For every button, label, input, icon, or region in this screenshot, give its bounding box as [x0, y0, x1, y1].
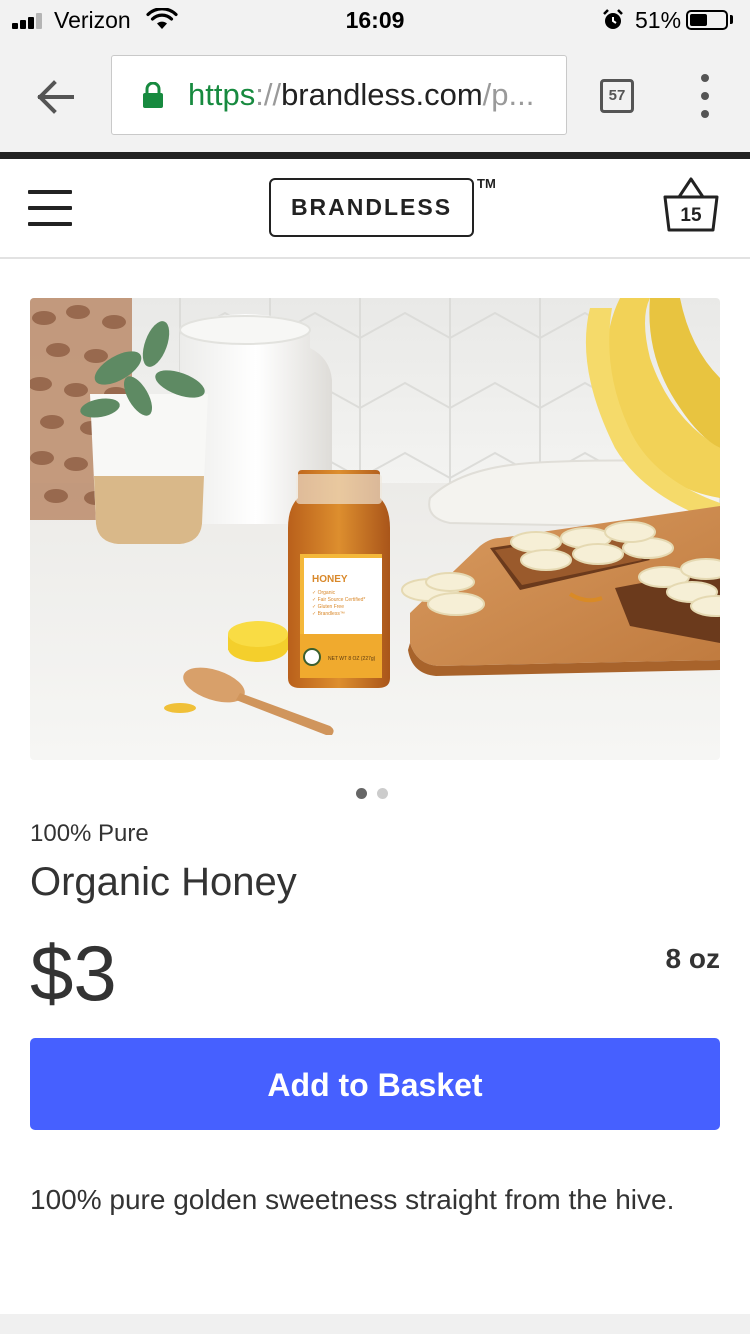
product-size: 8 oz: [665, 943, 720, 974]
battery-level-fill: [690, 14, 707, 26]
jar-net-weight: NET WT 8 OZ (227g): [328, 656, 376, 662]
battery-icon: [686, 10, 728, 30]
carousel-dots: [356, 788, 396, 800]
page-top-border: [0, 152, 750, 159]
url-path: /p...: [482, 77, 535, 112]
product-eyebrow: 100% Pure: [30, 820, 149, 847]
carousel-dot[interactable]: [356, 788, 367, 799]
site-header: BRANDLESS TM 15: [0, 159, 750, 259]
product-image[interactable]: HONEY ✓ Organic ✓ Fair Source Certified*…: [30, 298, 720, 760]
tabs-icon[interactable]: 57: [600, 79, 634, 113]
basket-count: 15: [680, 205, 702, 226]
carousel-dot[interactable]: [377, 788, 388, 799]
back-arrow-icon[interactable]: [30, 72, 80, 122]
url-text: https://brandless.com/p...: [188, 77, 560, 113]
more-vert-icon[interactable]: [690, 74, 720, 118]
brand-logo[interactable]: BRANDLESS: [269, 178, 474, 237]
url-separator: ://: [255, 77, 282, 112]
lock-icon: [143, 82, 163, 108]
add-to-basket-button[interactable]: Add to Basket: [30, 1038, 720, 1130]
jar-label-line: ✓ Gluten Free: [312, 604, 344, 610]
trademark-mark: TM: [477, 176, 496, 191]
jar-label-line: ✓ Organic: [312, 590, 336, 596]
hamburger-menu-icon[interactable]: [28, 190, 72, 226]
honey-scene-illustration: HONEY ✓ Organic ✓ Fair Source Certified*…: [30, 298, 720, 760]
url-host: brandless.com: [281, 77, 483, 112]
product-title: Organic Honey: [30, 860, 297, 904]
product-price: $3: [30, 929, 117, 1017]
browser-toolbar: https://brandless.com/p... 57: [0, 40, 750, 152]
address-bar[interactable]: https://brandless.com/p...: [111, 55, 567, 135]
alarm-icon: [603, 9, 623, 29]
basket-button[interactable]: 15: [662, 175, 720, 235]
jar-label-line: ✓ Fair Source Certified*: [312, 597, 365, 603]
product-description: 100% pure golden sweetness straight from…: [30, 1184, 675, 1215]
footer-strip: [0, 1314, 750, 1334]
jar-label-title: HONEY: [312, 574, 348, 585]
url-scheme: https: [188, 77, 256, 112]
battery-percent: 51%: [635, 7, 682, 33]
jar-label-line: ✓ Brandless™: [312, 611, 345, 617]
status-bar: Verizon 16:09 51%: [0, 0, 750, 40]
battery-tip: [730, 15, 733, 24]
